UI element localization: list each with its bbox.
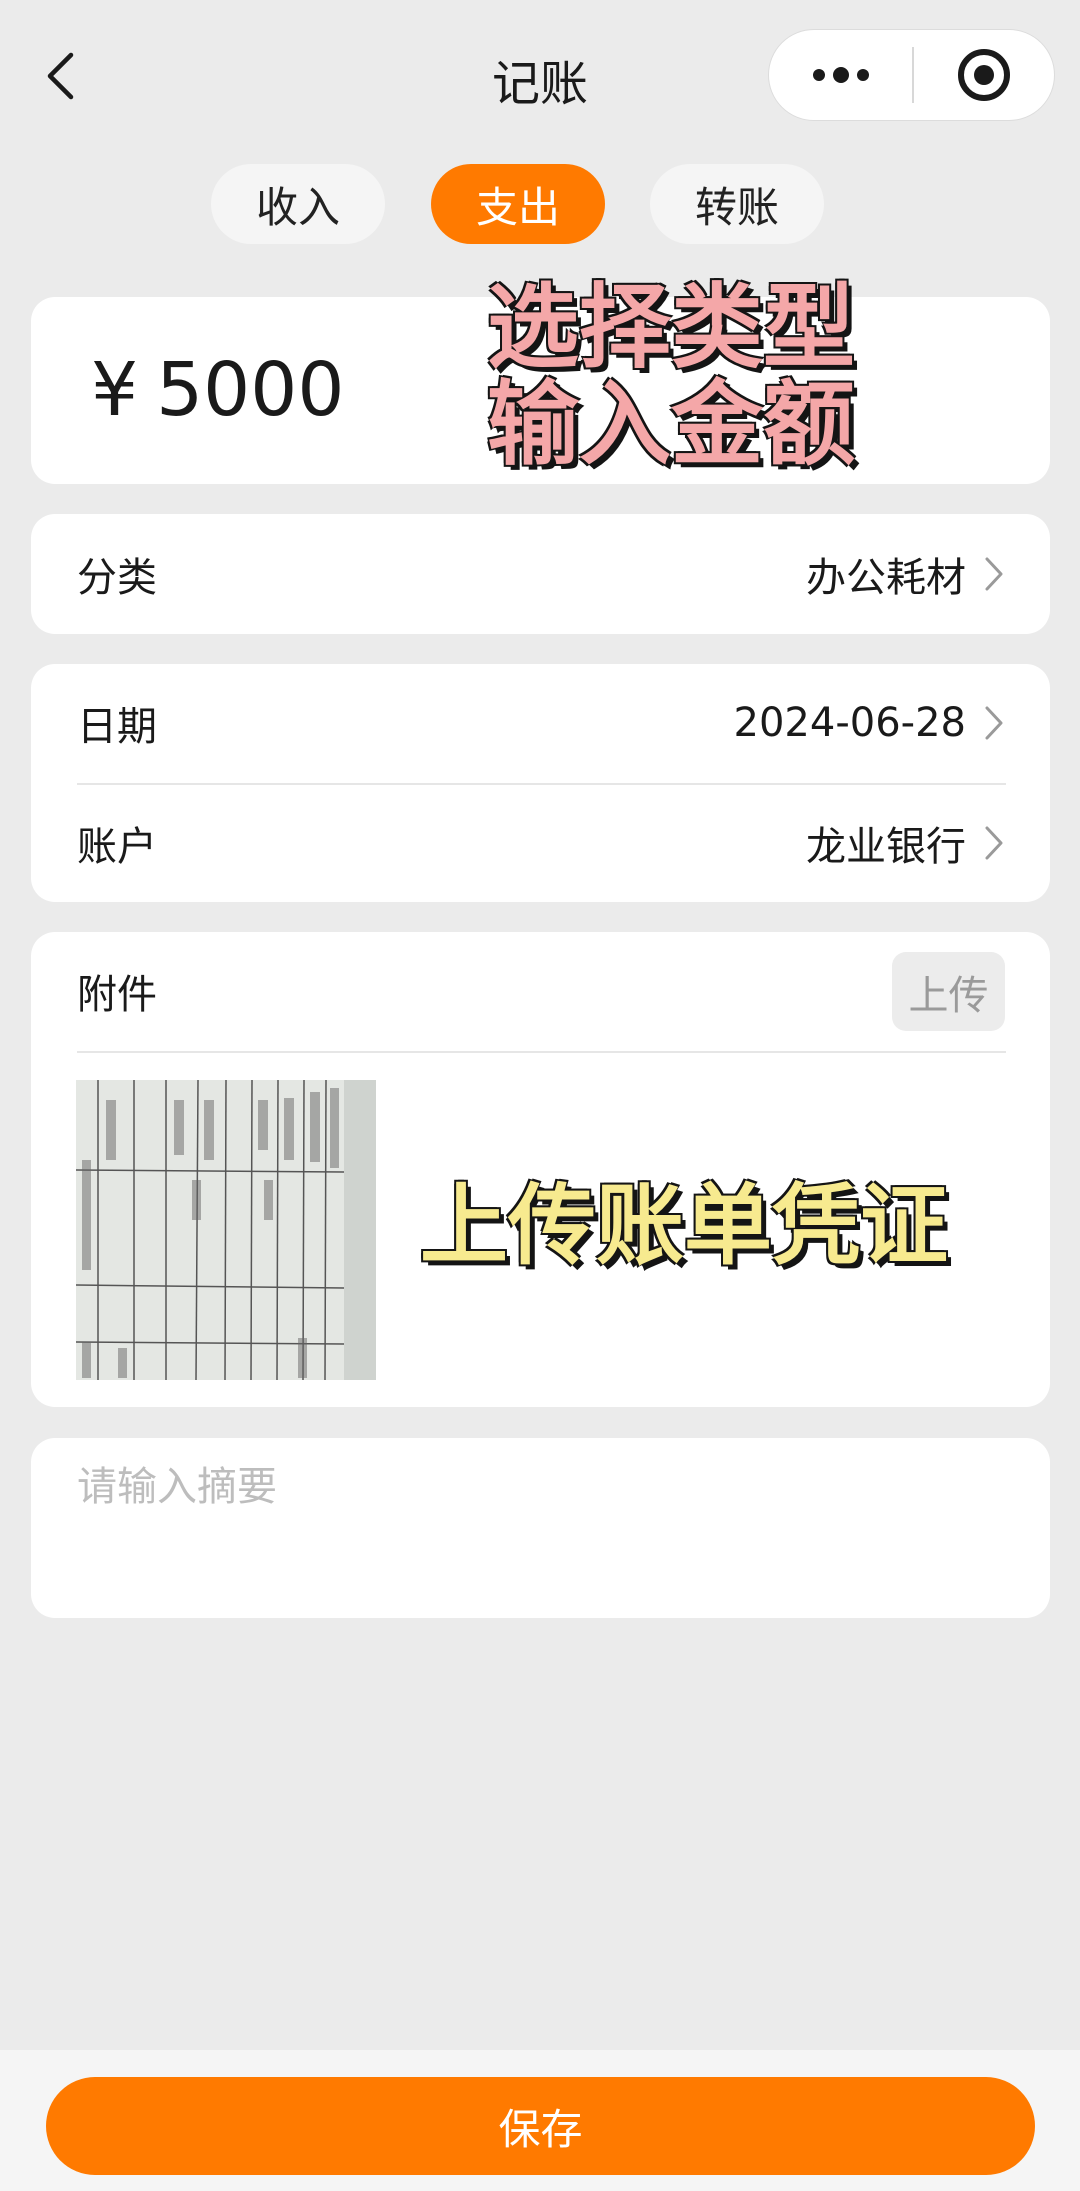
- amount-value: 5000: [156, 347, 345, 433]
- receipt-photo: [76, 1080, 376, 1380]
- summary-input[interactable]: [77, 1464, 1006, 1510]
- category-card[interactable]: 分类 办公耗材: [31, 514, 1050, 634]
- divider: [77, 1051, 1006, 1053]
- chevron-right-icon: [984, 704, 1006, 742]
- more-button[interactable]: [769, 30, 912, 120]
- attachment-label: 附件: [77, 972, 157, 1018]
- date-value: 2024-06-28: [733, 700, 966, 746]
- type-hint-line2: 输入金额: [487, 370, 856, 478]
- tab-transfer[interactable]: 转账: [650, 164, 824, 244]
- nav-bar: 记账: [0, 0, 1080, 152]
- date-row[interactable]: 日期 2024-06-28: [31, 664, 1050, 782]
- chevron-right-icon: [984, 555, 1006, 593]
- account-label: 账户: [77, 824, 157, 870]
- page: 记账 收入 支出 转账 ¥ 5000 分类 办公耗材 日期 2024-06-28…: [0, 0, 1080, 2191]
- attachment-card: 附件 上传: [31, 932, 1050, 1407]
- type-hint-line1: 选择类型: [487, 274, 856, 381]
- type-tabs: 收入 支出 转账: [0, 164, 1080, 244]
- save-button[interactable]: 保存: [46, 2077, 1035, 2175]
- amount-field[interactable]: ¥ 5000: [91, 347, 344, 433]
- account-row[interactable]: 账户 龙业银行: [31, 784, 1050, 902]
- target-circle-icon: [958, 49, 1010, 101]
- category-row[interactable]: 分类 办公耗材: [31, 515, 1050, 633]
- category-value: 办公耗材: [806, 555, 966, 601]
- receipt-thumbnail[interactable]: [76, 1080, 376, 1380]
- upload-hint: 上传账单凭证: [420, 1174, 949, 1277]
- type-amount-hint: 选择类型 输入金额: [487, 274, 856, 478]
- upload-button[interactable]: 上传: [892, 952, 1005, 1031]
- date-label: 日期: [77, 704, 157, 750]
- tab-income[interactable]: 收入: [211, 164, 385, 244]
- chevron-right-icon: [984, 824, 1006, 862]
- bottom-bar: 保存: [0, 2050, 1080, 2191]
- category-label: 分类: [77, 555, 157, 601]
- close-miniprogram-button[interactable]: [914, 30, 1054, 120]
- tab-expense[interactable]: 支出: [431, 164, 605, 244]
- currency-symbol: ¥: [91, 347, 139, 433]
- more-dots-icon: [812, 67, 869, 83]
- summary-card: [31, 1438, 1050, 1618]
- date-account-card: 日期 2024-06-28 账户 龙业银行: [31, 664, 1050, 902]
- account-value: 龙业银行: [806, 824, 966, 870]
- mini-program-capsule: [768, 29, 1055, 121]
